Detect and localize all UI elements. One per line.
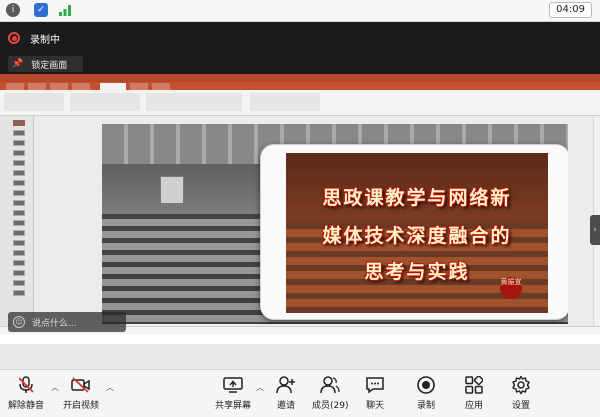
mic-options-caret-icon[interactable]: ︿ <box>51 382 59 393</box>
slide-thumbnail[interactable] <box>13 200 25 206</box>
slide-thumbnail[interactable] <box>13 150 25 156</box>
settings-label: 设置 <box>511 401 530 411</box>
slide-thumbnail[interactable] <box>13 240 25 246</box>
ribbon-group[interactable] <box>4 93 64 111</box>
current-slide: 思政课教学与网络新 媒体技术深度融合的 思考与实践 黄振宣 <box>102 124 568 324</box>
slide-thumbnail[interactable] <box>13 170 25 176</box>
apps-button[interactable]: 应用 <box>464 376 484 414</box>
share-screen-icon <box>223 376 243 394</box>
settings-button[interactable]: 设置 <box>511 375 531 414</box>
ppt-tab[interactable] <box>6 83 24 90</box>
slide-thumbnail-panel <box>0 116 34 326</box>
emoji-icon[interactable]: ☺ <box>13 316 25 328</box>
tablet-frame: 思政课教学与网络新 媒体技术深度融合的 思考与实践 黄振宣 <box>260 144 568 320</box>
slide-thumbnail[interactable] <box>13 270 25 276</box>
recording-label: 录制中 <box>30 34 60 46</box>
chat-placeholder: 说点什么... <box>32 318 77 329</box>
ribbon-group[interactable] <box>250 93 320 111</box>
expand-panel-handle[interactable]: › <box>590 215 600 245</box>
invite-label: 邀请 <box>276 401 295 411</box>
ppt-ribbon <box>0 90 600 116</box>
slide-thumbnail[interactable] <box>13 220 25 226</box>
share-screen-button[interactable]: 共享屏幕 <box>215 376 251 414</box>
lock-screen-button[interactable]: 📌 锁定画面 <box>8 56 83 72</box>
ribbon-group[interactable] <box>70 93 140 111</box>
slide-thumbnail[interactable] <box>13 250 25 256</box>
start-video-button[interactable]: 开启视频 <box>63 376 99 414</box>
system-status-bar: i ✓ 04:09 <box>0 0 600 22</box>
ppt-tab[interactable] <box>72 83 90 90</box>
unmute-label: 解除静音 <box>8 401 45 411</box>
slide-thumbnail[interactable] <box>13 210 25 216</box>
members-icon <box>320 376 340 394</box>
invite-button[interactable]: 邀请 <box>276 376 296 414</box>
lock-screen-label: 锁定画面 <box>31 60 68 71</box>
meeting-clock: 04:09 <box>549 2 592 18</box>
record-dot-icon <box>8 32 20 44</box>
share-label: 共享屏幕 <box>215 401 252 411</box>
slide-thumbnail[interactable] <box>13 130 25 136</box>
info-icon[interactable]: i <box>6 3 20 17</box>
slide-title-line-2: 媒体技术深度融合的 <box>322 225 512 247</box>
chat-input[interactable]: ☺ 说点什么... <box>8 312 126 332</box>
slide-canvas: 思政课教学与网络新 媒体技术深度融合的 思考与实践 黄振宣 <box>34 116 600 326</box>
record-icon <box>416 376 436 394</box>
slide-thumbnail[interactable] <box>13 120 25 126</box>
slide-thumbnail[interactable] <box>13 180 25 186</box>
ppt-tab[interactable] <box>50 83 68 90</box>
camera-off-icon <box>71 376 91 394</box>
tablet-screen: 思政课教学与网络新 媒体技术深度融合的 思考与实践 黄振宣 <box>286 153 548 313</box>
slide-thumbnail[interactable] <box>13 140 25 146</box>
slide-background-podium <box>160 176 184 204</box>
seal-stamp: 黄振宣 <box>500 277 522 299</box>
chat-bubble-icon <box>365 376 385 394</box>
record-button[interactable]: 录制 <box>416 376 436 414</box>
slide-thumbnail[interactable] <box>13 260 25 266</box>
shared-screen-stage: 录制中 📌 锁定画面 思政课教学与网络新 媒体技术深度融合的 思考与实践 黄振宣… <box>0 22 600 344</box>
signal-icon[interactable] <box>58 3 72 17</box>
powerpoint-window: 思政课教学与网络新 媒体技术深度融合的 思考与实践 黄振宣 <box>0 74 600 344</box>
slide-title-line-1: 思政课教学与网络新 <box>322 187 512 209</box>
apps-label: 应用 <box>464 401 483 411</box>
ppt-title-bar <box>0 74 600 82</box>
video-options-caret-icon[interactable]: ︿ <box>106 382 114 393</box>
video-label: 开启视频 <box>63 401 100 411</box>
slide-thumbnail[interactable] <box>13 290 25 296</box>
mic-muted-icon <box>16 376 36 394</box>
record-label: 录制 <box>416 401 435 411</box>
slide-thumbnail[interactable] <box>13 160 25 166</box>
ribbon-group[interactable] <box>146 93 242 111</box>
chevron-right-icon: › <box>593 225 597 235</box>
members-button[interactable]: 成员(29) <box>312 376 348 414</box>
ppt-tab[interactable] <box>152 83 170 90</box>
slide-thumbnail[interactable] <box>13 280 25 286</box>
apps-grid-icon <box>464 376 484 394</box>
pin-icon: 📌 <box>12 59 24 69</box>
gear-icon <box>511 375 531 395</box>
shield-icon[interactable]: ✓ <box>34 3 48 17</box>
recording-indicator[interactable]: 录制中 <box>8 28 60 48</box>
ppt-tab[interactable] <box>130 83 148 90</box>
chat-label: 聊天 <box>365 401 384 411</box>
share-options-caret-icon[interactable]: ︿ <box>256 382 264 393</box>
ppt-ribbon-tabs <box>0 82 600 90</box>
ppt-tab-active[interactable] <box>100 83 126 90</box>
slide-thumbnail[interactable] <box>13 190 25 196</box>
slide-thumbnail[interactable] <box>13 230 25 236</box>
unmute-button[interactable]: 解除静音 <box>8 376 44 414</box>
members-label: 成员(29) <box>312 401 349 411</box>
ppt-tab[interactable] <box>28 83 46 90</box>
add-user-icon <box>276 376 296 394</box>
meeting-toolbar: 解除静音 ︿ 开启视频 ︿ 共享屏幕 ︿ 邀请 成员(29) 聊天 录制 应用 … <box>0 369 600 417</box>
chat-button[interactable]: 聊天 <box>365 376 385 414</box>
